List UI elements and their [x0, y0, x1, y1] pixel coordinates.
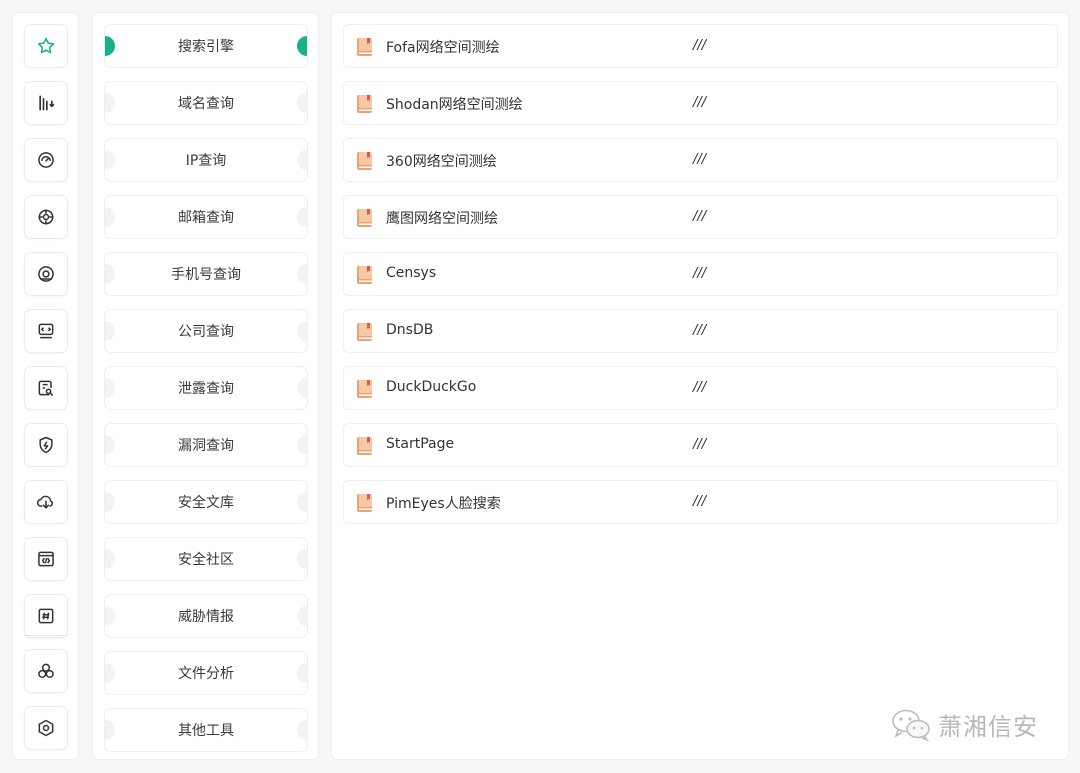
category-other-tools[interactable]: 其他工具: [104, 708, 308, 752]
book-icon: [357, 38, 372, 56]
category-community[interactable]: 安全社区: [104, 537, 308, 581]
category-label: 文件分析: [178, 666, 234, 682]
wechat-icon: [892, 709, 930, 742]
hash-icon[interactable]: [24, 594, 68, 638]
tool-desc: ///: [693, 266, 707, 281]
category-company[interactable]: 公司查询: [104, 309, 308, 353]
category-label: 安全文库: [178, 495, 234, 511]
category-label: 安全社区: [178, 552, 234, 568]
hexagon-icon[interactable]: [24, 706, 68, 750]
book-icon: [357, 209, 372, 227]
tool-name: 360网络空间测绘: [386, 154, 497, 170]
tool-name: DnsDB: [386, 322, 434, 338]
tool-row[interactable]: Fofa网络空间测绘 ///: [343, 24, 1058, 68]
tool-name: Fofa网络空间测绘: [386, 40, 500, 56]
category-label: 漏洞查询: [178, 438, 234, 454]
tool-row[interactable]: DuckDuckGo ///: [343, 366, 1058, 410]
category-panel: 搜索引擎 域名查询 IP查询 邮箱查询 手机号查询 公司查询 泄露查询 漏洞查询…: [92, 12, 319, 760]
monitor-code-icon[interactable]: [24, 309, 68, 353]
tool-desc: ///: [693, 209, 707, 224]
tool-row[interactable]: 360网络空间测绘 ///: [343, 138, 1058, 182]
book-icon: [357, 152, 372, 170]
watermark: 萧湘信安: [890, 707, 1038, 742]
shield-bolt-icon[interactable]: [24, 423, 68, 467]
chart-icon[interactable]: [24, 81, 68, 125]
category-phone[interactable]: 手机号查询: [104, 252, 308, 296]
circles-icon[interactable]: [24, 649, 68, 693]
tool-list: Fofa网络空间测绘 /// Shodan网络空间测绘 /// 360网络空间测…: [331, 12, 1069, 760]
cloud-download-icon[interactable]: [24, 480, 68, 524]
tool-row[interactable]: Censys ///: [343, 252, 1058, 296]
gauge-icon[interactable]: [24, 138, 68, 182]
watermark-text: 萧湘信安: [938, 713, 1038, 741]
category-domain[interactable]: 域名查询: [104, 81, 308, 125]
tool-desc: ///: [693, 494, 707, 509]
book-icon: [357, 437, 372, 455]
tool-row[interactable]: StartPage ///: [343, 423, 1058, 467]
category-label: 搜索引擎: [178, 39, 234, 55]
category-file-analysis[interactable]: 文件分析: [104, 651, 308, 695]
tool-desc: ///: [693, 323, 707, 338]
category-email[interactable]: 邮箱查询: [104, 195, 308, 239]
rail-divider: [24, 635, 68, 636]
category-leak[interactable]: 泄露查询: [104, 366, 308, 410]
category-label: 手机号查询: [171, 267, 241, 283]
category-label: 威胁情报: [178, 609, 234, 625]
tool-name: PimEyes人脸搜索: [386, 496, 501, 512]
book-icon: [357, 266, 372, 284]
tool-name: Censys: [386, 265, 437, 281]
doc-search-icon[interactable]: [24, 366, 68, 410]
tool-name: 鹰图网络空间测绘: [386, 211, 498, 227]
crosshair-icon[interactable]: [24, 195, 68, 239]
tool-desc: ///: [693, 95, 707, 110]
category-label: 其他工具: [178, 723, 234, 739]
category-label: IP查询: [185, 153, 227, 169]
category-label: 邮箱查询: [178, 210, 234, 226]
category-label: 泄露查询: [178, 381, 234, 397]
code-window-icon[interactable]: [24, 537, 68, 581]
category-vuln[interactable]: 漏洞查询: [104, 423, 308, 467]
category-search-engine[interactable]: 搜索引擎: [104, 24, 308, 68]
tool-row[interactable]: DnsDB ///: [343, 309, 1058, 353]
tool-name: StartPage: [386, 436, 455, 452]
tool-row[interactable]: 鹰图网络空间测绘 ///: [343, 195, 1058, 239]
tool-row[interactable]: Shodan网络空间测绘 ///: [343, 81, 1058, 125]
book-icon: [357, 494, 372, 512]
book-icon: [357, 380, 372, 398]
tool-desc: ///: [693, 152, 707, 167]
category-ip[interactable]: IP查询: [104, 138, 308, 182]
category-threat-intel[interactable]: 威胁情报: [104, 594, 308, 638]
category-library[interactable]: 安全文库: [104, 480, 308, 524]
category-label: 域名查询: [178, 96, 234, 112]
tool-desc: ///: [693, 437, 707, 452]
at-icon[interactable]: [24, 252, 68, 296]
tool-desc: ///: [693, 380, 707, 395]
tool-desc: ///: [693, 38, 707, 53]
icon-rail: [12, 12, 79, 760]
star-icon[interactable]: [24, 24, 68, 68]
tool-name: DuckDuckGo: [386, 379, 477, 395]
book-icon: [357, 95, 372, 113]
book-icon: [357, 323, 372, 341]
category-label: 公司查询: [178, 324, 234, 340]
tool-row[interactable]: PimEyes人脸搜索 ///: [343, 480, 1058, 524]
tool-name: Shodan网络空间测绘: [386, 97, 523, 113]
